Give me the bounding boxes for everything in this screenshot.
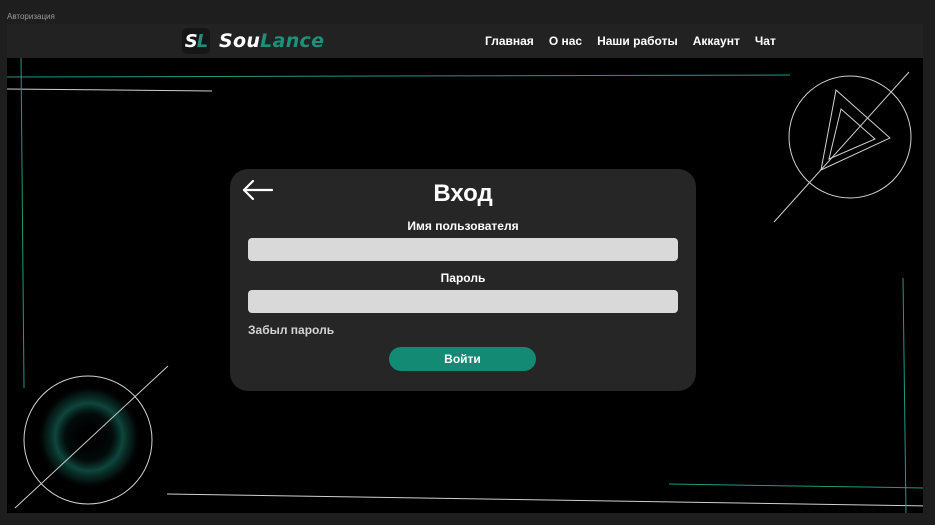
logo-text-part1: Sou: [219, 30, 261, 52]
nav-works[interactable]: Наши работы: [597, 34, 678, 48]
forgot-password-link[interactable]: Забыл пароль: [248, 323, 334, 337]
nav-home[interactable]: Главная: [485, 34, 534, 48]
logo-text-part2: Lance: [260, 30, 325, 52]
password-label: Пароль: [440, 271, 486, 285]
main-nav: Главная О нас Наши работы Аккаунт Чат: [485, 24, 776, 58]
top-navbar: SL SouLance Главная О нас Наши работы Ак…: [7, 24, 923, 58]
logo-badge-l: L: [196, 30, 209, 52]
login-button[interactable]: Войти: [389, 347, 536, 371]
nav-account[interactable]: Аккаунт: [693, 34, 740, 48]
nav-about[interactable]: О нас: [549, 34, 582, 48]
username-input[interactable]: [248, 238, 678, 261]
login-card: Вход Имя пользователя Пароль Забыл парол…: [230, 169, 696, 391]
password-input[interactable]: [248, 290, 678, 313]
nav-chat[interactable]: Чат: [755, 34, 776, 48]
logo-badge: SL: [182, 28, 210, 54]
app-frame: SL SouLance Главная О нас Наши работы Ак…: [7, 24, 923, 513]
logo[interactable]: SL SouLance: [182, 28, 324, 54]
login-title: Вход: [433, 180, 493, 207]
logo-badge-s: S: [184, 30, 198, 52]
username-label: Имя пользователя: [407, 219, 519, 233]
logo-text: SouLance: [219, 30, 324, 52]
frame-title: Авторизация: [7, 12, 55, 21]
